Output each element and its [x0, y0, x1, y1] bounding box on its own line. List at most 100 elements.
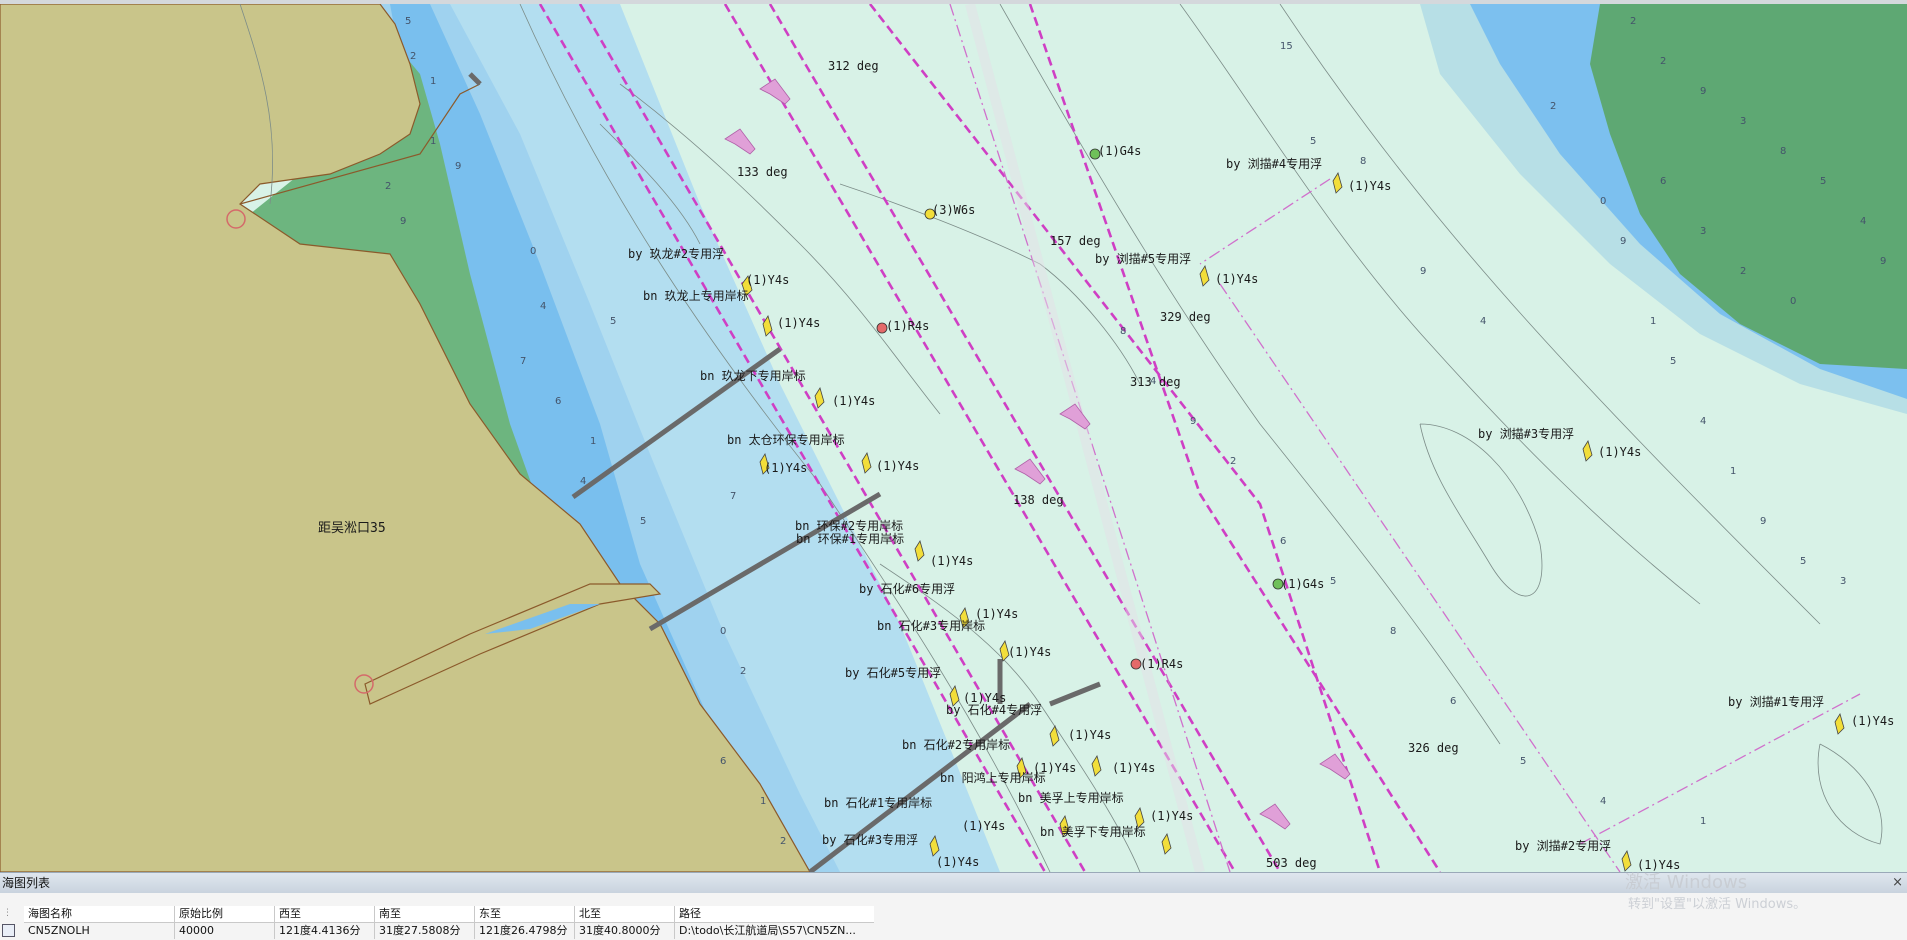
feature-label: by 浏描#3专用浮	[1478, 426, 1574, 441]
table-row[interactable]: CN5ZNOLH 40000 121度4.4136分 31度27.5808分 1…	[24, 923, 874, 939]
light-label: (1)Y4s	[1068, 728, 1111, 742]
column-header[interactable]: 南至	[374, 906, 474, 922]
svg-text:0: 0	[1790, 296, 1796, 307]
svg-text:6: 6	[1280, 536, 1286, 547]
column-header[interactable]: 海图名称	[24, 906, 174, 922]
column-header[interactable]: 原始比例	[174, 906, 274, 922]
light-label: (3)W6s	[932, 203, 975, 217]
svg-text:2: 2	[1630, 16, 1636, 27]
svg-text:6: 6	[720, 756, 726, 767]
svg-text:1: 1	[590, 436, 596, 447]
light-label: (1)Y4s	[1150, 809, 1193, 823]
panel-title: 海图列表	[0, 873, 1907, 893]
table-cell: 121度26.4798分	[474, 923, 574, 939]
svg-text:5: 5	[405, 16, 411, 27]
light-label: (1)R4s	[1140, 657, 1183, 671]
feature-label: bn 石化#3专用岸标	[877, 618, 985, 633]
light-label: (1)Y4s	[1348, 179, 1391, 193]
feature-label: bn 玖龙上专用岸标	[643, 288, 749, 303]
svg-text:5: 5	[1820, 176, 1826, 187]
light-label: (1)Y4s	[962, 819, 1005, 833]
course-label: 138 deg	[1013, 493, 1064, 507]
light-label: (1)Y4s	[930, 554, 973, 568]
course-label: 133 deg	[737, 165, 788, 179]
feature-label: bn 环保#1专用岸标	[796, 531, 904, 546]
svg-text:1: 1	[430, 76, 436, 87]
svg-text:2: 2	[410, 51, 416, 62]
table-cell: 31度27.5808分	[374, 923, 474, 939]
svg-text:5: 5	[640, 516, 646, 527]
light-label: (1)Y4s	[936, 855, 979, 869]
course-label: 313 deg	[1130, 375, 1181, 389]
course-label: 329 deg	[1160, 310, 1211, 324]
svg-text:9: 9	[1190, 416, 1196, 427]
svg-text:6: 6	[555, 396, 561, 407]
table-cell: 121度4.4136分	[274, 923, 374, 939]
svg-text:3: 3	[1740, 116, 1746, 127]
light-label: (1)Y4s	[1112, 761, 1155, 775]
light-label: (1)Y4s	[1215, 272, 1258, 286]
svg-text:4: 4	[1480, 316, 1486, 327]
svg-text:4: 4	[1600, 796, 1606, 807]
light-label: (1)Y4s	[777, 316, 820, 330]
svg-text:6: 6	[1450, 696, 1456, 707]
svg-text:8: 8	[1360, 156, 1366, 167]
feature-label: by 浏描#5专用浮	[1095, 251, 1191, 266]
feature-label: bn 阳鸿上专用岸标	[940, 770, 1046, 785]
feature-label: by 浏描#1专用浮	[1728, 694, 1824, 709]
svg-text:1: 1	[1700, 816, 1706, 827]
table-cell: D:\todo\长江航道局\S57\CN5ZN...	[674, 923, 874, 939]
feature-label: by 玖龙#2专用浮	[628, 246, 724, 261]
feature-label: by 石化#5专用浮	[845, 665, 941, 680]
light-label: (1)Y4s	[1851, 714, 1894, 728]
svg-text:9: 9	[1880, 256, 1886, 267]
activation-watermark: 激活 Windows	[1625, 872, 1748, 893]
svg-text:9: 9	[400, 216, 406, 227]
feature-label: bn 石化#2专用岸标	[902, 737, 1010, 752]
feature-label: bn 玖龙下专用岸标	[700, 368, 806, 383]
feature-label: bn 美孚下专用岸标	[1040, 824, 1146, 839]
column-header[interactable]: 东至	[474, 906, 574, 922]
svg-text:1: 1	[1650, 316, 1656, 327]
svg-text:1: 1	[430, 136, 436, 147]
column-header[interactable]: 北至	[574, 906, 674, 922]
svg-text:6: 6	[1660, 176, 1666, 187]
feature-label: bn 太仓环保专用岸标	[727, 432, 845, 447]
column-header[interactable]: 路径	[674, 906, 874, 922]
table-cell: 40000	[174, 923, 274, 939]
svg-text:15: 15	[1280, 41, 1293, 52]
light-label: (1)Y4s	[832, 394, 875, 408]
svg-text:0: 0	[1600, 196, 1606, 207]
table-cell: CN5ZNOLH	[28, 924, 90, 937]
svg-text:5: 5	[1800, 556, 1806, 567]
region-label: 距吴淞口35	[318, 521, 386, 536]
svg-text:1: 1	[1730, 466, 1736, 477]
course-label: 503 deg	[1266, 856, 1317, 870]
nautical-chart[interactable]: 521 192 904 576 145 702 612 15 5 8 942 091…	[0, 4, 1907, 872]
svg-text:9: 9	[1700, 86, 1706, 97]
svg-text:7: 7	[730, 491, 736, 502]
svg-text:2: 2	[780, 836, 786, 847]
light-label: (1)Y4s	[746, 273, 789, 287]
table-header: 海图名称 原始比例 西至 南至 东至 北至 路径	[24, 906, 874, 923]
light-label: (1)Y4s	[876, 459, 919, 473]
chart-list-panel: 海图列表 × ⋮ 海图名称 原始比例 西至 南至 东至 北至 路径 CN5ZNO…	[0, 872, 1907, 940]
feature-label: by 石化#6专用浮	[859, 581, 955, 596]
svg-text:2: 2	[740, 666, 746, 677]
light-label: (1)Y4s	[1598, 445, 1641, 459]
activation-watermark-sub: 转到"设置"以激活 Windows。	[1628, 897, 1807, 912]
chart-row-icon[interactable]	[2, 924, 15, 937]
light-label: (1)Y4s	[1008, 645, 1051, 659]
svg-text:2: 2	[385, 181, 391, 192]
svg-text:9: 9	[1760, 516, 1766, 527]
svg-text:9: 9	[1620, 236, 1626, 247]
column-header[interactable]: 西至	[274, 906, 374, 922]
light-label: (1)G4s	[1281, 577, 1324, 591]
svg-text:8: 8	[1390, 626, 1396, 637]
course-label: 157 deg	[1050, 234, 1101, 248]
feature-label: bn 环保#2专用岸标	[795, 518, 903, 533]
svg-text:0: 0	[530, 246, 536, 257]
svg-text:8: 8	[1780, 146, 1786, 157]
svg-text:7: 7	[520, 356, 526, 367]
light-label: (1)Y4s	[963, 691, 1006, 705]
